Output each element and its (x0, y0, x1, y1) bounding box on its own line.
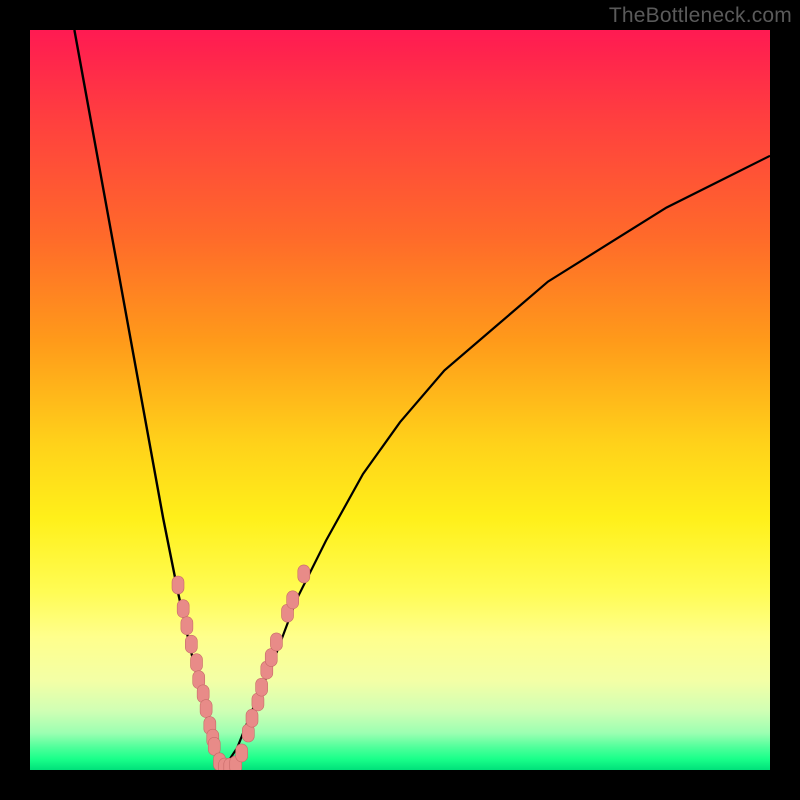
data-marker (298, 565, 310, 583)
data-marker (270, 633, 282, 651)
plot-area (30, 30, 770, 770)
right-branch-curve (222, 156, 770, 770)
data-marker (236, 744, 248, 762)
curves-layer (30, 30, 770, 770)
data-marker (191, 654, 203, 672)
data-marker (172, 576, 184, 594)
watermark-text: TheBottleneck.com (609, 4, 792, 28)
data-marker (177, 600, 189, 618)
data-marker (287, 591, 299, 609)
data-marker (181, 617, 193, 635)
data-marker (200, 700, 212, 718)
data-marker (208, 737, 220, 755)
chart-frame: TheBottleneck.com (0, 0, 800, 800)
data-marker (256, 678, 268, 696)
data-marker (265, 649, 277, 667)
data-marker (246, 709, 258, 727)
data-marker (185, 635, 197, 653)
curve-group (74, 30, 770, 770)
